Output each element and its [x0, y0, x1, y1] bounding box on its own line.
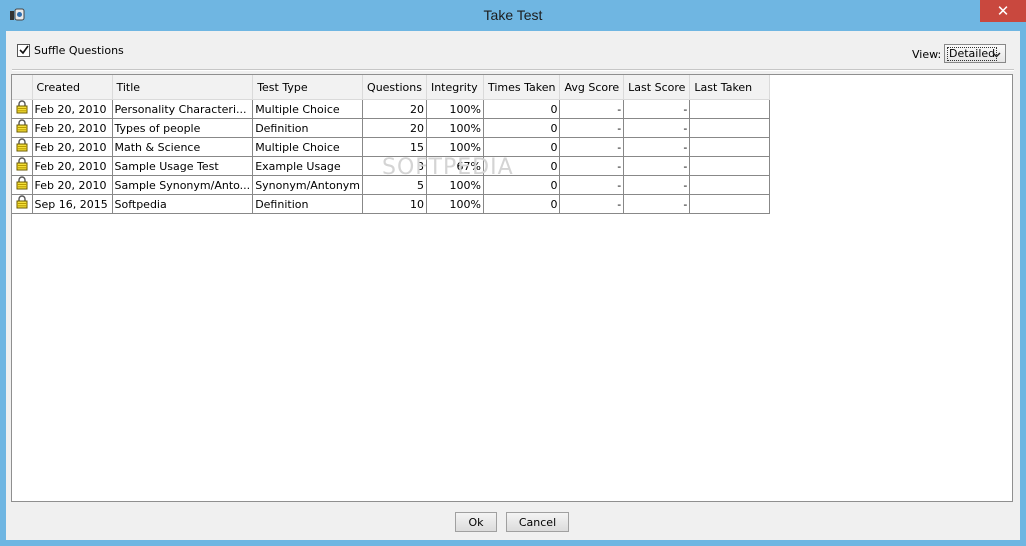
- cell-avg-score: -: [559, 156, 625, 176]
- cell-last-taken: [689, 194, 771, 214]
- dialog-body: Suffle Questions View: Detailed Created T…: [6, 31, 1020, 540]
- cell-last-taken: [689, 156, 771, 176]
- view-select[interactable]: Detailed: [944, 44, 1006, 63]
- view-selected-value: Detailed: [947, 47, 998, 61]
- divider: [12, 69, 1014, 71]
- cell-last-taken: [689, 118, 771, 138]
- cell-times-taken: 0: [483, 194, 561, 214]
- column-header-times-taken[interactable]: Times Taken: [483, 75, 561, 100]
- cell-avg-score: -: [559, 194, 625, 214]
- cell-questions: 5: [362, 175, 427, 195]
- cell-questions: 3: [362, 156, 427, 176]
- cell-avg-score: -: [559, 137, 625, 157]
- cell-last-taken: [689, 175, 771, 195]
- cell-last-score: -: [623, 137, 691, 157]
- tests-table: Created Title Test Type Questions Integrity T…: [12, 75, 771, 214]
- cell-integrity: 100%: [426, 175, 484, 195]
- lock-icon: [12, 194, 33, 214]
- lock-icon: [12, 137, 33, 157]
- cell-created: Feb 20, 2010: [32, 156, 113, 176]
- cell-avg-score: -: [559, 118, 625, 138]
- tests-table-container: Created Title Test Type Questions Integrity T…: [11, 74, 1013, 502]
- table-row[interactable]: Sep 16, 2015 Softpedia Definition 10 100% 0- -: [12, 194, 771, 214]
- shuffle-option[interactable]: Suffle Questions: [17, 44, 124, 57]
- close-icon: ✕: [996, 2, 1010, 20]
- table-row[interactable]: Feb 20, 2010 Sample Synonym/Anto... Synony…: [12, 175, 771, 195]
- table-row[interactable]: Feb 20, 2010 Sample Usage Test Example Usa…: [12, 156, 771, 176]
- cell-integrity: 100%: [426, 99, 484, 119]
- cell-title: Sample Usage Test: [112, 156, 254, 176]
- cell-test-type: Multiple Choice: [252, 137, 364, 157]
- column-header-questions[interactable]: Questions: [362, 75, 427, 100]
- cell-test-type: Definition: [252, 118, 364, 138]
- table-row[interactable]: Feb 20, 2010 Types of people Definition 20 1…: [12, 118, 771, 138]
- title-bar: Take Test ✕: [0, 0, 1026, 31]
- column-header-avg-score[interactable]: Avg Score: [559, 75, 625, 100]
- cell-integrity: 100%: [426, 137, 484, 157]
- cell-times-taken: 0: [483, 99, 561, 119]
- cell-test-type: Multiple Choice: [252, 99, 364, 119]
- column-header-title[interactable]: Title: [112, 75, 254, 100]
- cell-title: Softpedia: [112, 194, 254, 214]
- cell-created: Feb 20, 2010: [32, 118, 113, 138]
- cell-title: Types of people: [112, 118, 254, 138]
- table-row[interactable]: Feb 20, 2010 Personality Characteri... Mul…: [12, 99, 771, 119]
- column-header-created[interactable]: Created: [32, 75, 113, 100]
- view-label: View:: [912, 48, 942, 61]
- cell-times-taken: 0: [483, 175, 561, 195]
- cell-questions: 10: [362, 194, 427, 214]
- cell-last-score: -: [623, 118, 691, 138]
- cell-created: Feb 20, 2010: [32, 137, 113, 157]
- cell-title: Sample Synonym/Anto...: [112, 175, 254, 195]
- cell-times-taken: 0: [483, 118, 561, 138]
- ok-button[interactable]: Ok: [455, 512, 497, 532]
- cancel-button[interactable]: Cancel: [506, 512, 569, 532]
- table-header-row: Created Title Test Type Questions Integrity T…: [12, 75, 771, 100]
- table-row[interactable]: Feb 20, 2010 Math & Science Multiple Choic…: [12, 137, 771, 157]
- column-header-last-score[interactable]: Last Score: [623, 75, 691, 100]
- column-header-integrity[interactable]: Integrity: [426, 75, 484, 100]
- cell-title: Math & Science: [112, 137, 254, 157]
- column-header-icon[interactable]: [12, 75, 33, 100]
- cell-created: Feb 20, 2010: [32, 99, 113, 119]
- checkmark-icon: [19, 45, 29, 55]
- cell-integrity: 100%: [426, 194, 484, 214]
- cell-avg-score: -: [559, 175, 625, 195]
- lock-icon: [12, 175, 33, 195]
- cell-avg-score: -: [559, 99, 625, 119]
- cell-test-type: Synonym/Antonym: [252, 175, 364, 195]
- cell-questions: 20: [362, 99, 427, 119]
- cell-times-taken: 0: [483, 156, 561, 176]
- cell-integrity: 67%: [426, 156, 484, 176]
- cell-created: Feb 20, 2010: [32, 175, 113, 195]
- cell-questions: 20: [362, 118, 427, 138]
- column-header-test-type[interactable]: Test Type: [252, 75, 364, 100]
- lock-icon: [12, 118, 33, 138]
- cell-last-taken: [689, 137, 771, 157]
- shuffle-checkbox[interactable]: [17, 44, 30, 57]
- cell-created: Sep 16, 2015: [32, 194, 113, 214]
- cell-title: Personality Characteri...: [112, 99, 254, 119]
- cell-last-taken: [689, 99, 771, 119]
- cell-last-score: -: [623, 194, 691, 214]
- column-header-last-taken[interactable]: Last Taken: [689, 75, 771, 100]
- cell-last-score: -: [623, 99, 691, 119]
- cell-questions: 15: [362, 137, 427, 157]
- lock-icon: [12, 99, 33, 119]
- cell-last-score: -: [623, 175, 691, 195]
- lock-icon: [12, 156, 33, 176]
- chevron-down-icon: [992, 49, 1001, 62]
- shuffle-label: Suffle Questions: [34, 44, 124, 57]
- cell-integrity: 100%: [426, 118, 484, 138]
- window-title: Take Test: [483, 7, 543, 23]
- cell-last-score: -: [623, 156, 691, 176]
- cell-test-type: Example Usage: [252, 156, 364, 176]
- close-button[interactable]: ✕: [980, 0, 1026, 22]
- cell-times-taken: 0: [483, 137, 561, 157]
- cell-test-type: Definition: [252, 194, 364, 214]
